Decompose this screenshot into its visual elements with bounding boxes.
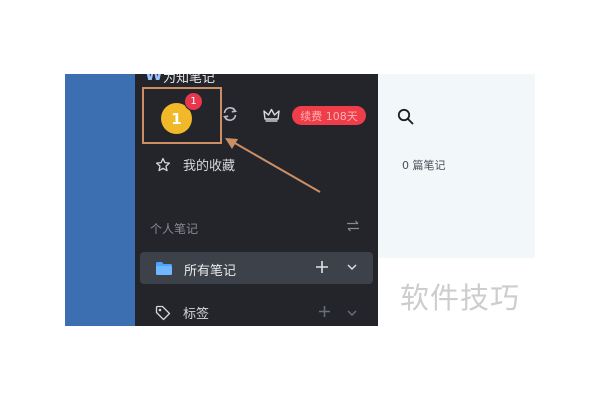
all-notes-label: 所有笔记 (184, 264, 237, 279)
sidebar-item-all-notes[interactable]: 所有笔记 (140, 252, 373, 284)
watermark-text: 软件技巧 (400, 281, 521, 315)
notification-badge: 1 (184, 92, 203, 111)
chevron-down-icon[interactable] (347, 262, 357, 272)
renew-vip-button[interactable]: 续费 108天 (292, 106, 366, 125)
avatar-initial: 1 (171, 109, 182, 128)
star-icon (155, 157, 171, 171)
switch-icon[interactable] (346, 219, 360, 233)
sidebar: W 为知笔记 1 1 续费 108天 我的收藏 个人笔记 所有笔记 标签 (135, 74, 378, 326)
section-title-personal-notes: 个人笔记 (150, 222, 199, 236)
search-icon[interactable] (397, 108, 414, 125)
favorites-label: 我的收藏 (183, 159, 236, 174)
sidebar-item-tags[interactable]: 标签 (155, 303, 209, 322)
watermark: 软件技巧 (394, 258, 535, 328)
plus-icon[interactable] (318, 305, 331, 318)
plus-icon[interactable] (315, 260, 329, 274)
folder-icon (156, 262, 172, 275)
tag-icon (155, 305, 171, 320)
app-logo: W (145, 74, 163, 84)
sidebar-item-favorites[interactable]: 我的收藏 (155, 155, 235, 174)
tags-label: 标签 (183, 307, 210, 322)
notification-count: 1 (190, 96, 197, 107)
sync-icon[interactable] (221, 105, 239, 123)
crown-icon[interactable] (263, 108, 280, 122)
left-blue-strip (65, 74, 135, 326)
note-count: 0 篇笔记 (402, 159, 446, 172)
chevron-down-icon[interactable] (347, 308, 357, 318)
app-name: 为知笔记 (163, 74, 216, 86)
renew-label: 续费 108天 (300, 109, 358, 123)
avatar-highlight-box: 1 1 (142, 87, 222, 144)
